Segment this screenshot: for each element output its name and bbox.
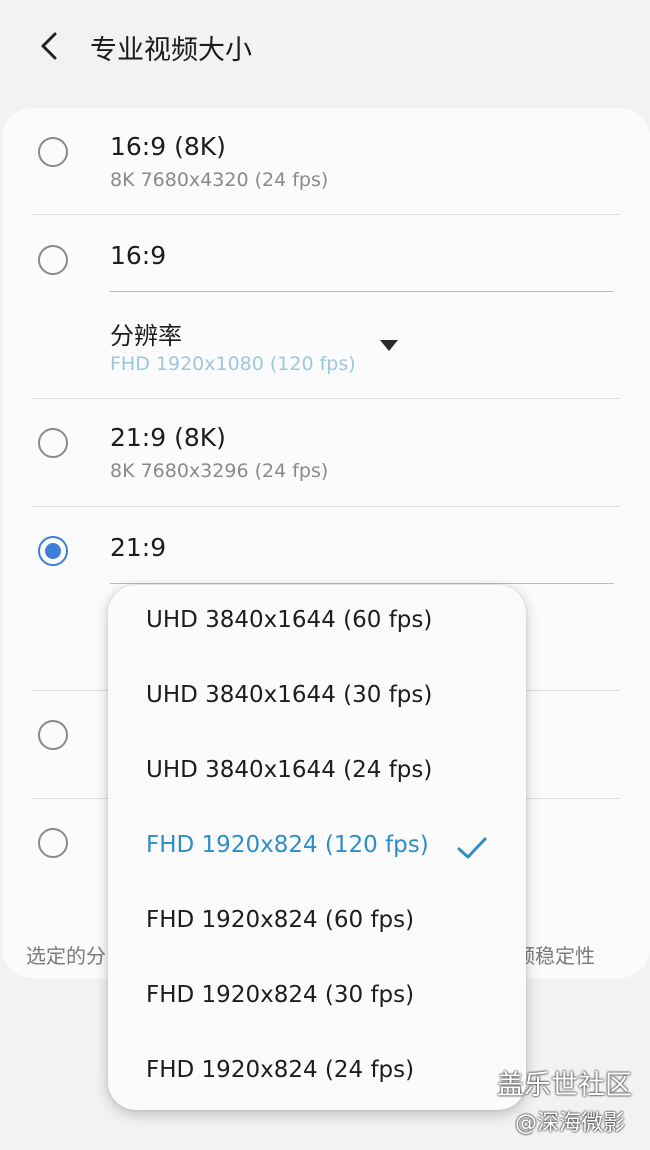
- option-title: 16:9: [110, 241, 167, 270]
- back-button[interactable]: [30, 26, 70, 66]
- screen: 专业视频大小 16:9 (8K) 8K 7680x4320 (24 fps) 1…: [0, 0, 650, 1150]
- option-title: 21:9: [110, 533, 167, 562]
- chevron-left-icon: [41, 32, 57, 60]
- page-title: 专业视频大小: [90, 35, 252, 66]
- footnote-text: 频稳定性: [515, 944, 595, 968]
- menu-item-label: UHD 3840x1644 (60 fps): [146, 607, 433, 633]
- divider: [110, 583, 614, 584]
- resolution-label: 分辨率: [110, 322, 182, 350]
- watermark: @深海微影: [515, 1111, 626, 1136]
- resolution-value: FHD 1920x1080 (120 fps): [110, 353, 356, 375]
- option-21-9-8k[interactable]: 21:9 (8K) 8K 7680x3296 (24 fps): [2, 399, 650, 506]
- menu-item[interactable]: UHD 3840x1644 (24 fps): [108, 735, 526, 810]
- footnote-text: 选定的分: [26, 944, 106, 968]
- option-subtitle: 8K 7680x3296 (24 fps): [110, 460, 329, 482]
- radio-button[interactable]: [38, 720, 68, 750]
- divider: [110, 291, 614, 292]
- radio-button[interactable]: [38, 828, 68, 858]
- menu-item[interactable]: FHD 1920x824 (30 fps): [108, 960, 526, 1035]
- menu-item[interactable]: FHD 1920x824 (24 fps): [108, 1035, 526, 1110]
- menu-item[interactable]: UHD 3840x1644 (60 fps): [108, 585, 526, 660]
- menu-item-label: FHD 1920x824 (120 fps): [146, 832, 429, 858]
- watermark: 盖乐世社区: [497, 1070, 632, 1101]
- radio-button[interactable]: [38, 137, 68, 167]
- option-title: 21:9 (8K): [110, 423, 226, 452]
- menu-item-label: UHD 3840x1644 (24 fps): [146, 757, 433, 783]
- radio-button[interactable]: [38, 245, 68, 275]
- menu-item-selected[interactable]: FHD 1920x824 (120 fps): [108, 810, 526, 885]
- check-icon: [457, 837, 487, 859]
- menu-item-label: FHD 1920x824 (30 fps): [146, 982, 415, 1008]
- radio-button[interactable]: [38, 428, 68, 458]
- option-title: 16:9 (8K): [110, 132, 226, 161]
- option-16-9-8k[interactable]: 16:9 (8K) 8K 7680x4320 (24 fps): [2, 108, 650, 214]
- menu-item[interactable]: FHD 1920x824 (60 fps): [108, 885, 526, 960]
- menu-item-label: FHD 1920x824 (60 fps): [146, 907, 415, 933]
- menu-item[interactable]: UHD 3840x1644 (30 fps): [108, 660, 526, 735]
- app-bar: 专业视频大小: [0, 0, 650, 95]
- resolution-popup-menu: UHD 3840x1644 (60 fps) UHD 3840x1644 (30…: [108, 585, 526, 1110]
- option-subtitle: 8K 7680x4320 (24 fps): [110, 169, 329, 191]
- radio-button-checked[interactable]: [38, 536, 68, 566]
- menu-item-label: UHD 3840x1644 (30 fps): [146, 682, 433, 708]
- menu-item-label: FHD 1920x824 (24 fps): [146, 1057, 415, 1083]
- dropdown-arrow-icon[interactable]: [380, 340, 398, 351]
